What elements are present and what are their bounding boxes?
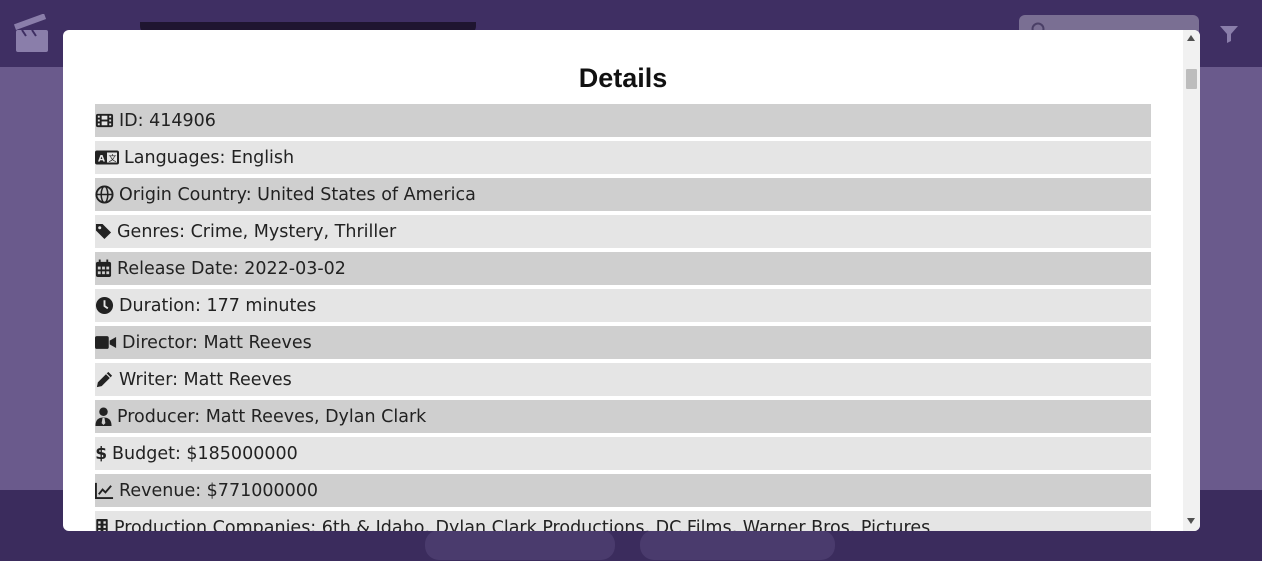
details-modal: Details ID: 414906 A 文 Languages: Englis… <box>63 30 1200 531</box>
detail-row-languages: A 文 Languages: English <box>95 141 1151 174</box>
detail-row-revenue: Revenue: $771000000 <box>95 474 1151 507</box>
chart-line-icon <box>95 482 114 500</box>
detail-text: ID: 414906 <box>119 110 216 131</box>
user-tie-icon <box>95 407 112 426</box>
detail-row-release-date: Release Date: 2022-03-02 <box>95 252 1151 285</box>
detail-text: Production Companies: 6th & Idaho, Dylan… <box>114 517 931 532</box>
pencil-icon <box>96 371 113 388</box>
detail-text: Writer: Matt Reeves <box>119 369 292 390</box>
language-icon: A 文 <box>95 150 119 165</box>
detail-text: Origin Country: United States of America <box>119 184 476 205</box>
clapperboard-icon[interactable] <box>14 14 50 54</box>
scroll-up-arrow-icon[interactable] <box>1187 35 1195 41</box>
details-list: ID: 414906 A 文 Languages: English Origin… <box>95 104 1151 531</box>
detail-text: Budget: $185000000 <box>112 443 298 464</box>
detail-row-writer: Writer: Matt Reeves <box>95 363 1151 396</box>
clock-icon <box>95 296 114 315</box>
dollar-icon: $ <box>95 444 107 463</box>
tag-icon <box>95 223 112 240</box>
detail-row-duration: Duration: 177 minutes <box>95 289 1151 322</box>
building-icon <box>96 518 108 531</box>
detail-text: Producer: Matt Reeves, Dylan Clark <box>117 406 427 427</box>
detail-row-genres: Genres: Crime, Mystery, Thriller <box>95 215 1151 248</box>
svg-text:A: A <box>98 155 105 165</box>
detail-text: Director: Matt Reeves <box>122 332 312 353</box>
calendar-icon <box>95 259 112 277</box>
detail-row-production-companies: Production Companies: 6th & Idaho, Dylan… <box>95 511 1151 531</box>
svg-text:文: 文 <box>109 153 117 163</box>
detail-text: Duration: 177 minutes <box>119 295 317 316</box>
detail-row-director: Director: Matt Reeves <box>95 326 1151 359</box>
modal-content[interactable]: Details ID: 414906 A 文 Languages: Englis… <box>63 30 1183 531</box>
film-icon <box>95 113 114 128</box>
modal-title: Details <box>578 63 668 93</box>
svg-text:$: $ <box>95 444 107 463</box>
detail-row-id: ID: 414906 <box>95 104 1151 137</box>
detail-row-producer: Producer: Matt Reeves, Dylan Clark <box>95 400 1151 433</box>
detail-text: Revenue: $771000000 <box>119 480 319 501</box>
filter-icon[interactable] <box>1219 24 1239 44</box>
detail-text: Release Date: 2022-03-02 <box>117 258 346 279</box>
footer-button-left[interactable] <box>425 530 615 560</box>
detail-text: Languages: English <box>124 147 295 168</box>
modal-scrollbar[interactable] <box>1183 30 1200 531</box>
scroll-thumb[interactable] <box>1186 69 1197 89</box>
detail-text: Genres: Crime, Mystery, Thriller <box>117 221 397 242</box>
footer-button-right[interactable] <box>640 530 835 560</box>
detail-row-budget: $ Budget: $185000000 <box>95 437 1151 470</box>
scroll-down-arrow-icon[interactable] <box>1187 518 1195 524</box>
globe-icon <box>95 185 114 204</box>
video-camera-icon <box>95 336 117 349</box>
detail-row-origin-country: Origin Country: United States of America <box>95 178 1151 211</box>
